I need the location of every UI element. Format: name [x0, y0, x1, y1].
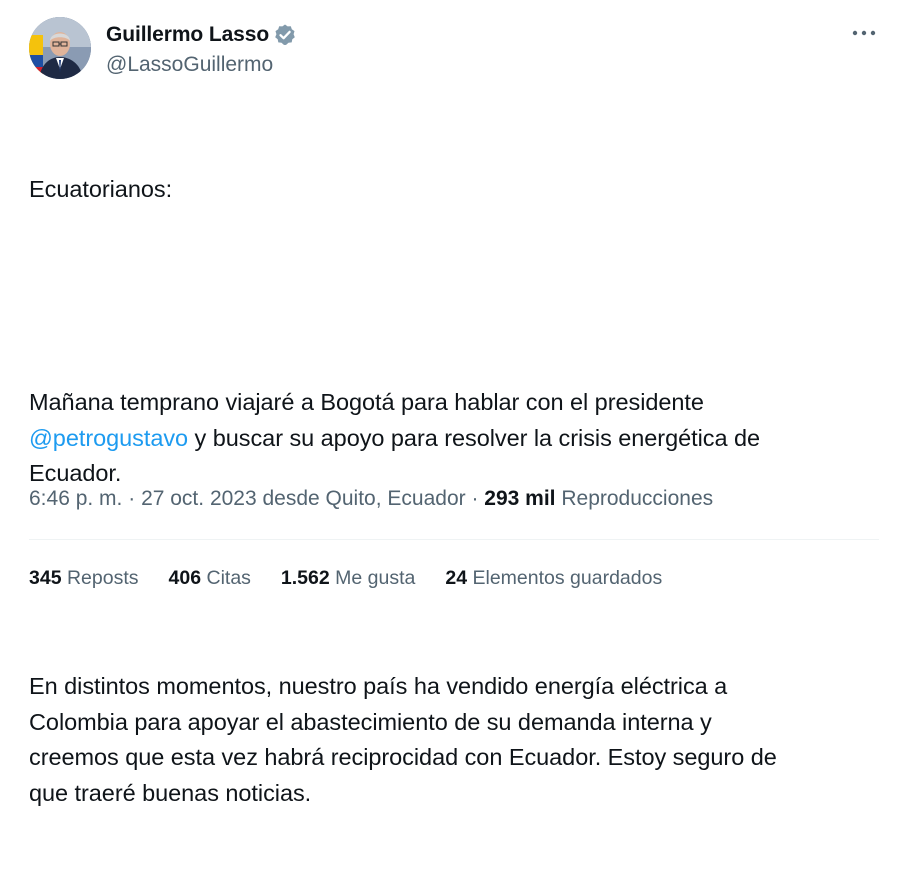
author-handle[interactable]: @LassoGuillermo: [106, 51, 297, 79]
tweet-time[interactable]: 6:46 p. m.: [29, 487, 122, 510]
views-label: Reproducciones: [561, 487, 714, 510]
stat-likes[interactable]: 1.562 Me gusta: [281, 563, 415, 593]
stat-quotes[interactable]: 406 Citas: [169, 563, 251, 593]
stat-bookmarks[interactable]: 24 Elementos guardados: [445, 563, 662, 593]
views-count: 293 mil: [484, 487, 556, 510]
stat-label: Elementos guardados: [472, 567, 663, 589]
stat-label: Citas: [206, 567, 251, 589]
avatar[interactable]: [29, 17, 91, 79]
tweet-card: Guillermo Lasso @LassoGuillermo Ecuatori…: [0, 0, 899, 806]
tweet-header: Guillermo Lasso @LassoGuillermo: [29, 17, 879, 81]
more-options-icon[interactable]: [849, 21, 879, 45]
mention-link[interactable]: @petrogustavo: [29, 425, 188, 451]
stat-label: Reposts: [66, 567, 139, 589]
divider: [29, 539, 879, 540]
tweet-metadata: 6:46 p. m. · 27 oct. 2023 desde Quito, E…: [29, 484, 713, 514]
stat-count: 24: [445, 567, 468, 589]
engagement-stats: 345 Reposts 406 Citas 1.562 Me gusta 24 …: [29, 563, 692, 593]
tweet-paragraph-1: Ecuatorianos:: [29, 176, 173, 202]
tweet-paragraph-3: En distintos momentos, nuestro país ha v…: [29, 673, 777, 806]
stat-label: Me gusta: [335, 567, 416, 589]
stat-reposts[interactable]: 345 Reposts: [29, 563, 139, 593]
tweet-date-location[interactable]: 27 oct. 2023 desde Quito, Ecuador: [141, 487, 466, 510]
author-display-name[interactable]: Guillermo Lasso: [106, 23, 269, 47]
meta-separator: ·: [465, 487, 485, 510]
name-row: Guillermo Lasso: [106, 20, 297, 50]
avatar-image: [29, 17, 91, 79]
tweet-paragraph-2-before: Mañana temprano viajaré a Bogotá para ha…: [29, 389, 704, 415]
stat-count: 406: [168, 567, 202, 589]
tweet-paragraph-2: Mañana temprano viajaré a Bogotá para ha…: [29, 385, 879, 492]
stat-count: 345: [29, 567, 62, 589]
verified-badge-icon[interactable]: [273, 23, 297, 47]
stat-count: 1.562: [280, 567, 330, 589]
author-info: Guillermo Lasso @LassoGuillermo: [106, 20, 297, 79]
meta-separator: ·: [122, 487, 142, 510]
